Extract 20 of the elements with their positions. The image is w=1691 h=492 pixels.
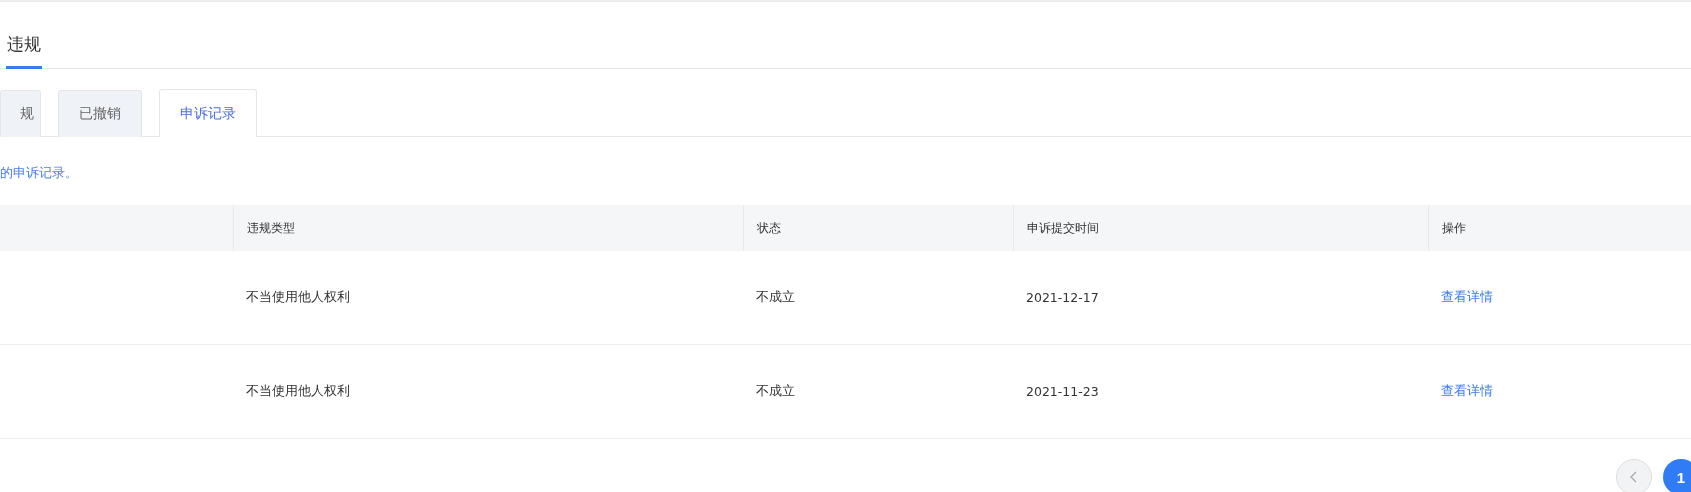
column-header: 状态 xyxy=(743,205,1013,251)
view-details-link[interactable]: 查看详情 xyxy=(1441,289,1493,306)
sub-tab[interactable]: 规 xyxy=(0,90,41,137)
column-header: 操作 xyxy=(1428,205,1691,251)
view-details-link[interactable]: 查看详情 xyxy=(1441,383,1493,400)
table-cell: 2021-12-17 xyxy=(1013,251,1428,345)
table-cell: 不当使用他人权利 xyxy=(233,345,743,439)
table-cell: 2021-11-23 xyxy=(1013,345,1428,439)
table-cell: 不成立 xyxy=(743,251,1013,345)
note-text: 的申诉记录。 xyxy=(0,164,79,182)
column-header: 申诉提交时间 xyxy=(1013,205,1428,251)
sub-tab[interactable]: 已撤销 xyxy=(58,90,142,137)
page-button[interactable]: 1 xyxy=(1663,459,1691,492)
previous-page-button[interactable] xyxy=(1616,459,1652,492)
chevron-left-icon xyxy=(1629,470,1639,484)
table-cell: 不当使用他人权利 xyxy=(233,251,743,345)
column-header: 违规类型 xyxy=(233,205,743,251)
table-cell: 不成立 xyxy=(743,345,1013,439)
main-tab[interactable]: 违规 xyxy=(6,33,42,69)
sub-tab[interactable]: 申诉记录 xyxy=(159,89,257,137)
